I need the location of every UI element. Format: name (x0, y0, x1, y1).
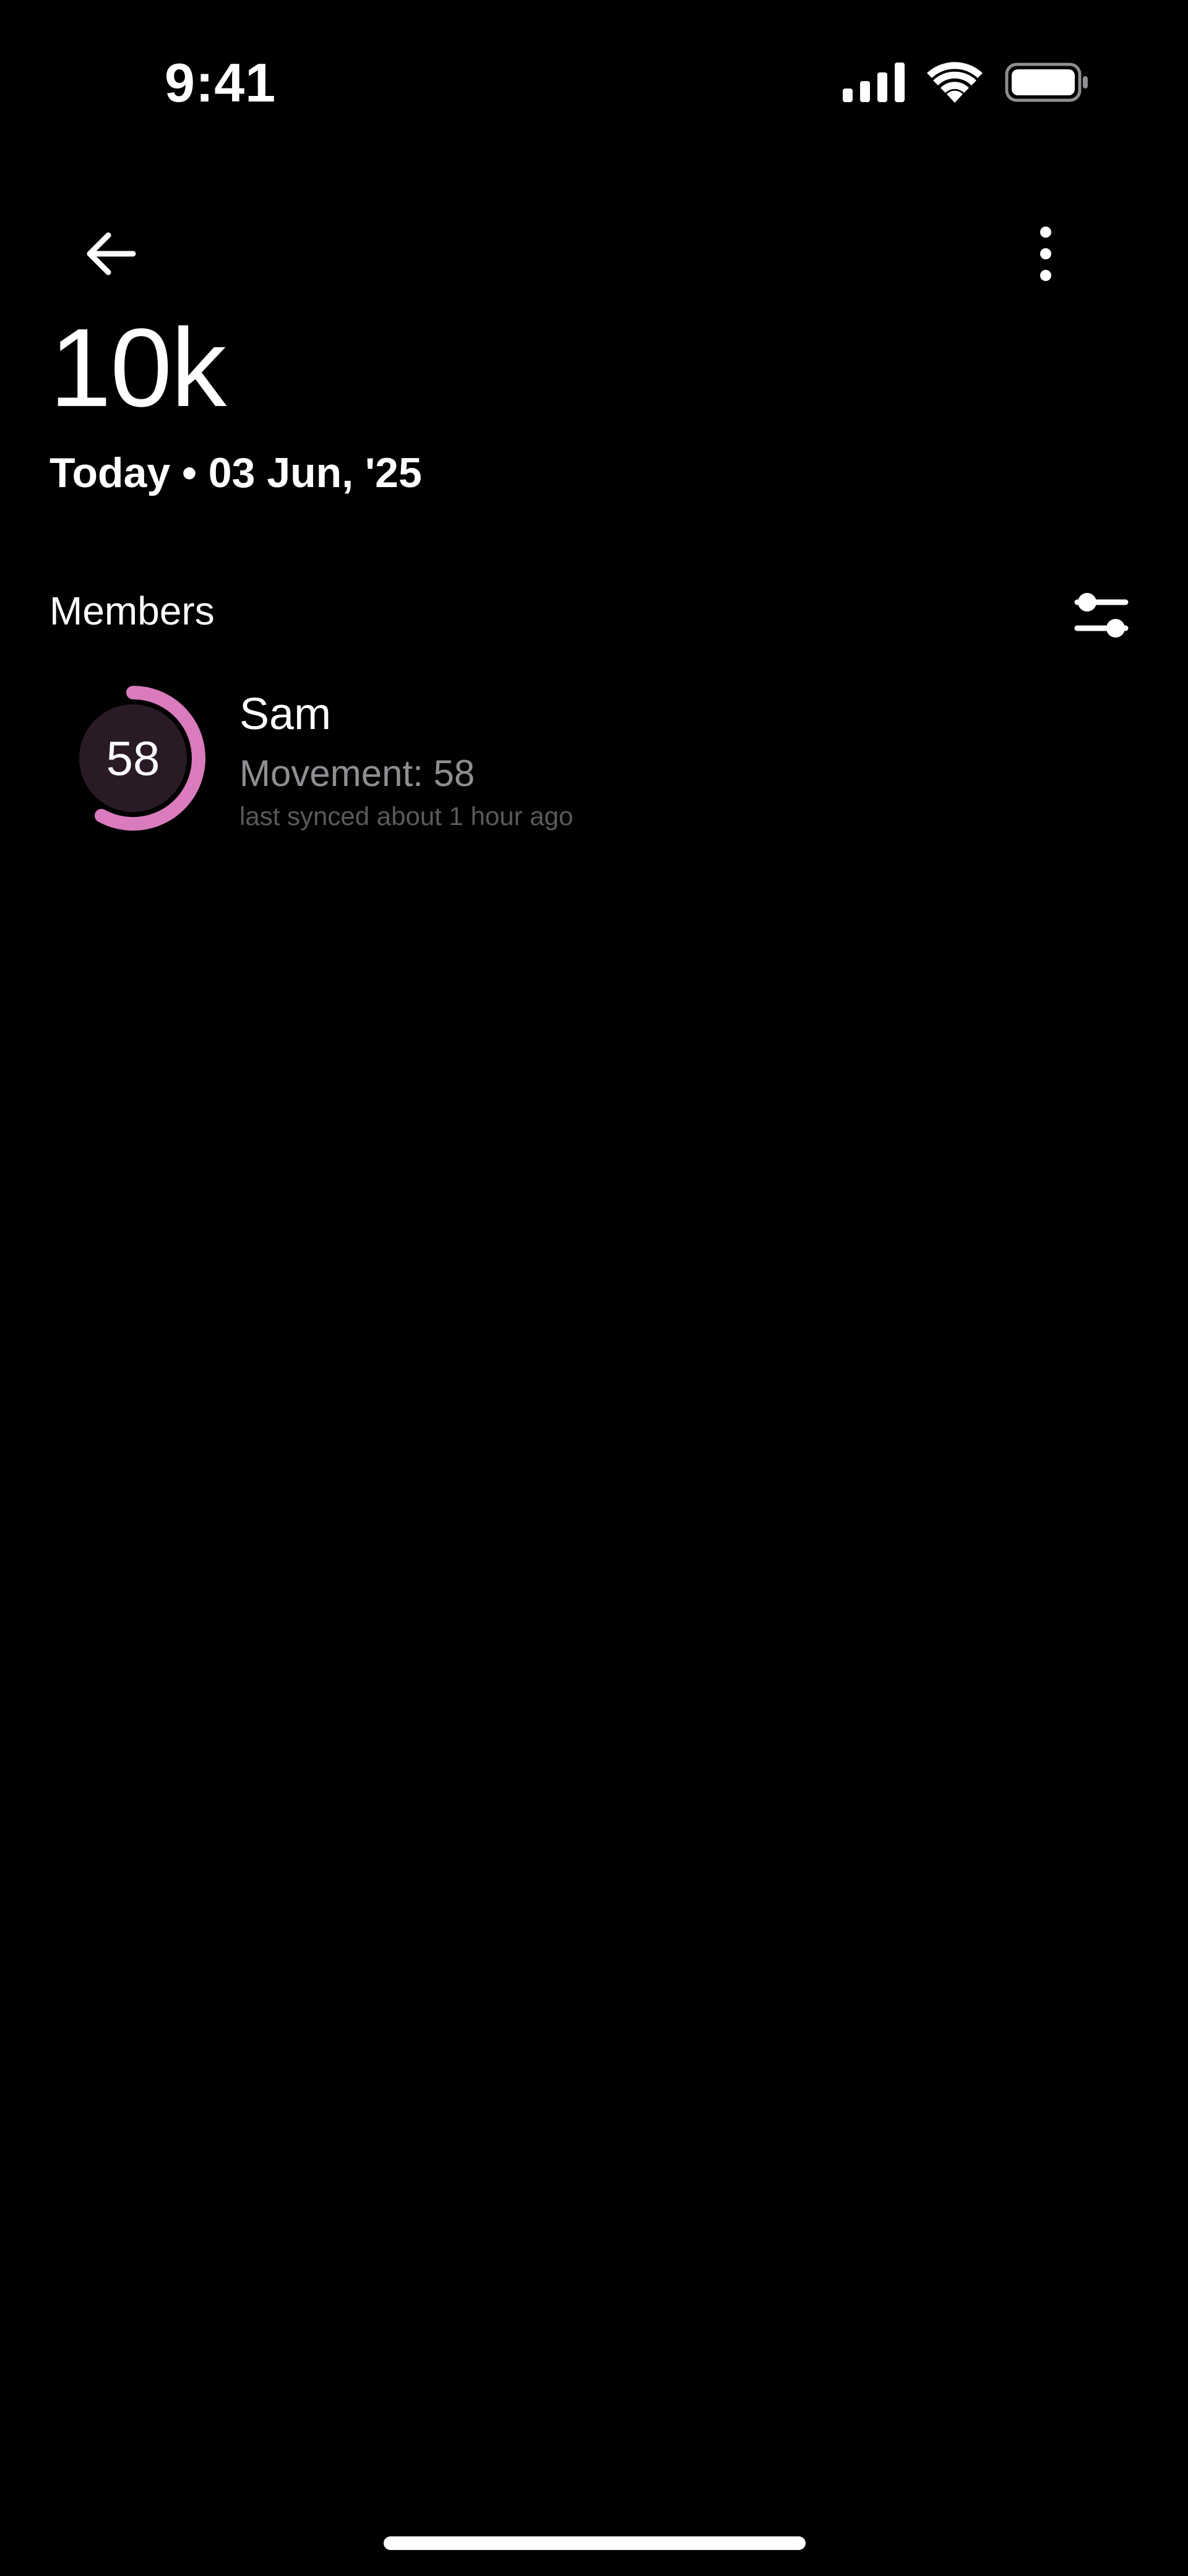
member-movement: Movement: 58 (239, 753, 475, 794)
movement-score: 58 (106, 730, 160, 785)
status-time: 9:41 (165, 52, 277, 113)
member-last-synced: last synced about 1 hour ago (239, 802, 574, 831)
sliders-icon (1074, 593, 1129, 638)
battery-icon (1005, 63, 1088, 102)
back-button[interactable] (74, 217, 148, 291)
more-options-button[interactable] (1015, 217, 1077, 291)
filter-button[interactable] (1064, 579, 1138, 653)
member-name: Sam (239, 689, 332, 739)
status-icons (843, 62, 1089, 103)
page-title: 10k (50, 306, 226, 430)
more-vertical-icon (1040, 227, 1051, 281)
members-section-label: Members (50, 589, 215, 633)
arrow-left-icon (87, 232, 136, 275)
list-item[interactable]: 58 Sam Movement: 58 last synced about 1 … (37, 668, 1151, 848)
home-indicator (384, 2536, 806, 2550)
date-line: Today • 03 Jun, '25 (50, 449, 422, 496)
cellular-signal-icon (843, 63, 905, 102)
wifi-icon (927, 62, 983, 103)
